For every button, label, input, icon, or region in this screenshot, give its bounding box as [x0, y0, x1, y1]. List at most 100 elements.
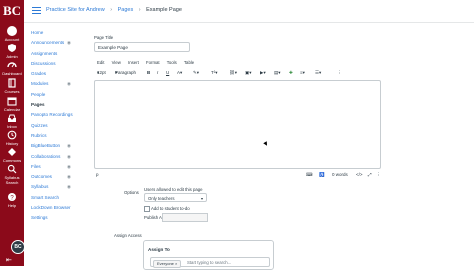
course-nav-people[interactable]: People	[31, 90, 91, 100]
edit-permission-select[interactable]: Only teachers ▾	[144, 193, 207, 202]
global-nav-calendar[interactable]: Calendar	[0, 96, 24, 112]
underline-icon[interactable]: U	[166, 70, 169, 75]
close-icon[interactable]: ×	[175, 261, 177, 266]
editor-statusbar: p ⌨ ♿ 0 words </> ⤢ ⋮	[94, 171, 381, 181]
highlight-icon[interactable]: ✎▾	[193, 70, 199, 76]
more-options-icon[interactable]: ⋮	[337, 70, 342, 76]
course-nav-panopto[interactable]: Panopto Recordings	[31, 110, 91, 120]
menu-view[interactable]: View	[112, 60, 121, 65]
global-nav-account[interactable]: Account	[0, 26, 24, 42]
accessibility-icon[interactable]: ♿	[319, 172, 325, 178]
global-nav-admin[interactable]: Admin	[0, 43, 24, 59]
fullscreen-icon[interactable]: ⤢	[368, 172, 372, 177]
word-count[interactable]: 0 words	[332, 172, 348, 177]
course-nav-files[interactable]: Files ◉	[31, 162, 91, 172]
todo-label: Add to student to-do	[151, 206, 190, 211]
hamburger-menu-icon[interactable]	[32, 7, 41, 14]
breadcrumb-pages[interactable]: Pages	[118, 7, 134, 13]
institution-logo[interactable]: BC	[3, 4, 21, 18]
course-nav-quizzes[interactable]: Quizzes	[31, 121, 91, 131]
course-nav-settings[interactable]: Settings	[31, 213, 91, 223]
breadcrumb: Practice Site for Andrew › Pages › Examp…	[46, 7, 182, 13]
course-nav: Home Announcements ◉ Assignments Discussi…	[31, 28, 91, 224]
breadcrumb-course[interactable]: Practice Site for Andrew	[46, 7, 105, 13]
breadcrumb-separator: ›	[110, 7, 113, 13]
shield-icon	[8, 44, 16, 52]
html-editor-toggle[interactable]: </>	[356, 172, 363, 177]
media-icon[interactable]: ▶▾	[260, 70, 266, 76]
menu-insert[interactable]: Insert	[128, 60, 139, 65]
collapse-arrow-icon[interactable]: ⇤	[6, 256, 12, 264]
text-color-icon[interactable]: A▾	[177, 70, 182, 76]
hidden-eye-icon: ◉	[67, 143, 71, 149]
course-nav-pages[interactable]: Pages	[31, 100, 91, 110]
edit-permission-label: Users allowed to edit this page	[144, 187, 203, 192]
align-icon[interactable]: ≡▾	[300, 70, 305, 76]
global-nav-help[interactable]: ? Help	[0, 192, 24, 208]
global-nav-dashboard[interactable]: Dashboard	[0, 60, 24, 76]
global-nav: BC Account Admin Dashboard Courses Calen…	[0, 0, 25, 266]
course-nav-bigbluebutton[interactable]: BigBlueButton ◉	[31, 141, 91, 151]
course-nav-assignments[interactable]: Assignments	[31, 49, 91, 59]
publish-at-label: Publish At	[144, 215, 164, 220]
superscript-icon[interactable]: T²▾	[211, 70, 218, 76]
course-nav-smart-search[interactable]: Smart Search	[31, 193, 91, 203]
top-bar: Practice Site for Andrew › Pages › Examp…	[24, 0, 474, 23]
course-nav-collaborations[interactable]: Collaborations ◉	[31, 152, 91, 162]
help-icon: ?	[8, 193, 16, 201]
breadcrumb-current: Example Page	[146, 7, 182, 13]
page-title-label: Page Title	[94, 35, 114, 40]
menu-table[interactable]: Table	[184, 60, 194, 65]
book-icon	[8, 78, 16, 88]
editor-menubar: Edit View Insert Format Tools Table	[97, 60, 200, 65]
course-nav-grades[interactable]: Grades	[31, 69, 91, 79]
apps-icon[interactable]: ✚	[289, 70, 293, 76]
bold-icon[interactable]: B	[147, 70, 150, 75]
image-icon[interactable]: ▣▾	[245, 70, 252, 76]
hidden-eye-icon: ◉	[67, 184, 71, 190]
global-nav-syllabus-search[interactable]: Syllabus Search	[0, 164, 24, 185]
document-icon[interactable]: ▤▾	[274, 70, 281, 76]
chevron-down-icon: ▾	[200, 196, 203, 201]
calendar-icon	[7, 97, 17, 106]
italic-icon[interactable]: I	[157, 70, 158, 75]
list-icon[interactable]: ☰▾	[315, 70, 321, 76]
link-icon[interactable]: ⛓▾	[229, 70, 237, 76]
clock-icon	[7, 130, 17, 140]
breadcrumb-separator: ›	[138, 7, 141, 13]
course-nav-discussions[interactable]: Discussions	[31, 59, 91, 69]
hidden-eye-icon: ◉	[67, 81, 71, 87]
menu-format[interactable]: Format	[146, 60, 160, 65]
todo-checkbox[interactable]	[144, 206, 150, 212]
block-format-select[interactable]: Paragraph ▾	[115, 70, 136, 76]
course-nav-syllabus[interactable]: Syllabus ◉	[31, 182, 91, 192]
course-nav-rubrics[interactable]: Rubrics	[31, 131, 91, 141]
hidden-eye-icon: ◉	[67, 163, 71, 169]
global-nav-courses[interactable]: Courses	[0, 78, 24, 94]
course-nav-lockdown-browser[interactable]: LockDown Browser	[31, 203, 91, 213]
options-label: Options	[124, 190, 139, 195]
assign-to-title: Assign To	[148, 247, 170, 252]
dashboard-icon	[7, 62, 17, 68]
element-path: p	[96, 172, 99, 177]
course-nav-announcements[interactable]: Announcements ◉	[31, 38, 91, 48]
course-nav-modules[interactable]: Modules ◉	[31, 79, 91, 89]
font-size-select[interactable]: 12pt ▾	[97, 70, 106, 76]
hidden-eye-icon: ◉	[67, 40, 71, 46]
global-nav-commons[interactable]: Commons	[0, 147, 24, 163]
editor-toolbar: 12pt ▾ Paragraph ▾ B I U A▾ ✎▾ T²▾ ⛓▾ ▣▾…	[97, 70, 387, 78]
more-icon[interactable]: ⋮	[376, 172, 381, 178]
publish-at-input[interactable]	[162, 213, 208, 222]
everyone-tag[interactable]: Everyone ×	[153, 259, 182, 268]
rich-content-editor[interactable]	[94, 80, 381, 169]
global-nav-inbox[interactable]: Inbox	[0, 113, 24, 129]
course-nav-outcomes[interactable]: Outcomes ◉	[31, 172, 91, 182]
page-title-input[interactable]: Example Page	[94, 42, 190, 52]
course-nav-home[interactable]: Home	[31, 28, 91, 38]
global-nav-history[interactable]: History	[0, 130, 24, 146]
menu-edit[interactable]: Edit	[97, 60, 104, 65]
institution-badge[interactable]: BC	[11, 240, 25, 254]
hidden-eye-icon: ◉	[67, 174, 71, 180]
menu-tools[interactable]: Tools	[167, 60, 177, 65]
keyboard-icon[interactable]: ⌨	[306, 172, 313, 178]
